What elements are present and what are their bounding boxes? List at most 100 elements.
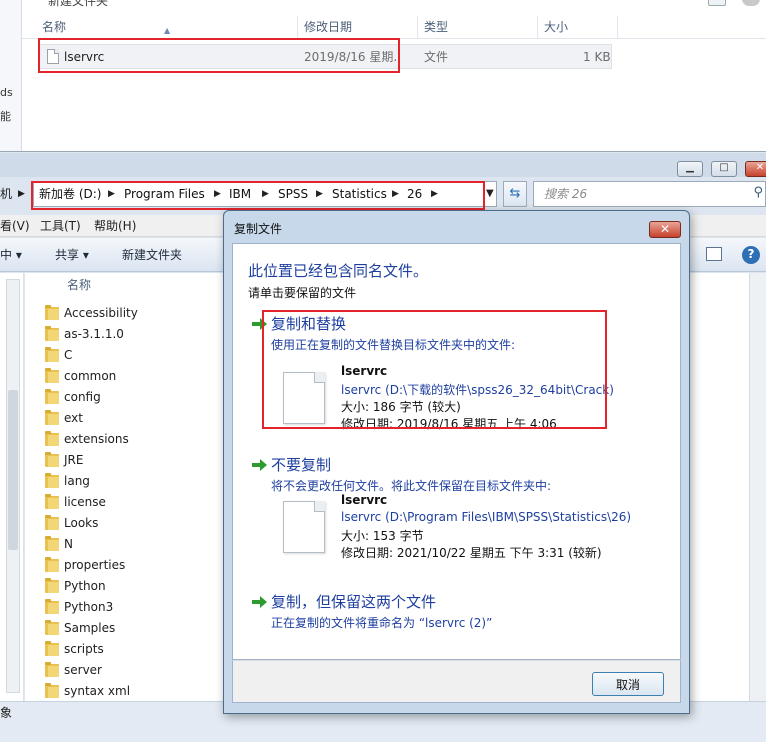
file-type: 文件: [424, 50, 449, 64]
column-name-header[interactable]: 名称: [43, 273, 223, 297]
top-nav-strip: ds 能: [0, 0, 22, 151]
share-button[interactable]: 共享 ▾: [55, 238, 89, 272]
copy-file-dialog: 复制文件 ✕ 此位置已经包含同名文件。 请单击要保留的文件 复制和替换 使用正在…: [223, 210, 690, 714]
folder-icon: [45, 620, 59, 635]
file-document-icon: [283, 501, 325, 553]
folder-label: syntax xml: [64, 684, 131, 698]
menu-help[interactable]: 帮助(H): [94, 215, 136, 237]
top-close-button[interactable]: [742, 0, 760, 6]
folder-label: N: [64, 537, 73, 551]
file-size: 1 KB: [583, 50, 611, 64]
dialog-close-button[interactable]: ✕: [649, 221, 681, 238]
help-icon[interactable]: ?: [742, 246, 760, 264]
option-description: 正在复制的文件将重命名为 “lservrc (2)”: [271, 616, 493, 630]
column-header-row: 名称 修改日期 类型 大小 ▲: [22, 16, 766, 39]
folder-label: Python3: [64, 600, 114, 614]
highlight-box-file: [38, 38, 400, 73]
target-file-card: lservrc lservrc (D:\Program Files\IBM\SP…: [283, 493, 631, 563]
sort-ascending-icon: ▲: [164, 26, 171, 35]
file-card-date: 修改日期: 2021/10/22 星期五 下午 3:31 (较新): [341, 546, 602, 560]
nav-scroll-thumb[interactable]: [8, 390, 18, 550]
refresh-icon[interactable]: ⇆: [503, 181, 527, 207]
folder-icon: [45, 389, 59, 404]
preview-pane-icon[interactable]: [706, 247, 722, 261]
folder-icon: [45, 305, 59, 320]
option-description: 将不会更改任何文件。将此文件保留在目标文件夹中:: [271, 479, 552, 493]
column-size-header[interactable]: 大小: [538, 16, 618, 39]
option-title: 复制，但保留这两个文件: [271, 593, 437, 611]
dialog-heading: 此位置已经包含同名文件。: [248, 262, 429, 280]
folder-icon: [45, 473, 59, 488]
option-keep-both[interactable]: 复制，但保留这两个文件 正在复制的文件将重命名为 “lservrc (2)”: [251, 591, 551, 636]
folder-icon: [45, 557, 59, 572]
highlight-box-address: [31, 181, 485, 210]
folder-icon: [45, 347, 59, 362]
folder-icon: [45, 410, 59, 425]
folder-label: as-3.1.1.0: [64, 327, 124, 341]
menu-view[interactable]: 看(V): [0, 215, 30, 237]
search-placeholder: 搜索 26: [544, 187, 588, 201]
folder-label: lang: [64, 474, 90, 488]
column-date-header[interactable]: 修改日期: [298, 16, 418, 39]
dialog-footer: 取消: [232, 660, 681, 703]
folder-label: C: [64, 348, 73, 362]
top-window-title: 新建文件夹: [48, 0, 109, 8]
highlight-box-option: [262, 310, 607, 429]
folder-icon: [45, 599, 59, 614]
folder-icon: [45, 326, 59, 341]
cancel-button[interactable]: 取消: [592, 672, 664, 696]
folder-label: properties: [64, 558, 126, 572]
folder-icon: [45, 494, 59, 509]
folder-label: extensions: [64, 432, 129, 446]
folder-icon: [45, 662, 59, 677]
breadcrumb-prefix: 机: [0, 187, 13, 201]
status-text: 象: [0, 706, 13, 720]
dialog-subheading: 请单击要保留的文件: [248, 286, 357, 300]
breadcrumb-chevron-icon: ▶: [18, 189, 25, 199]
folder-label: common: [64, 369, 117, 383]
file-card-size: 大小: 153 字节: [341, 529, 424, 543]
close-button[interactable]: ✕: [745, 161, 766, 177]
search-input[interactable]: 搜索 26 ⚲: [533, 181, 766, 207]
organize-button[interactable]: 中 ▾: [0, 238, 22, 272]
column-name-header[interactable]: 名称: [22, 16, 298, 39]
folder-label: JRE: [64, 453, 84, 467]
folder-icon: [45, 368, 59, 383]
folder-label: config: [64, 390, 101, 404]
folder-label: Python: [64, 579, 106, 593]
folder-label: scripts: [64, 642, 104, 656]
file-card-path: lservrc (D:\Program Files\IBM\SPSS\Stati…: [341, 510, 632, 524]
folder-icon: [45, 683, 59, 698]
address-dropdown-icon[interactable]: ▼: [486, 182, 494, 206]
folder-label: Accessibility: [64, 306, 138, 320]
dialog-title: 复制文件: [234, 222, 283, 236]
folder-icon: [45, 578, 59, 593]
menu-tools[interactable]: 工具(T): [40, 215, 81, 237]
window-title-strip: [0, 153, 766, 177]
nav-fragment: 能: [0, 110, 11, 123]
folder-icon: [45, 515, 59, 530]
dialog-body: 此位置已经包含同名文件。 请单击要保留的文件 复制和替换 使用正在复制的文件替换…: [232, 243, 681, 660]
folder-label: server: [64, 663, 102, 677]
folder-icon: [45, 641, 59, 656]
nav-scrollbar[interactable]: [6, 279, 20, 693]
nav-fragment: ds: [0, 86, 13, 99]
maximize-button[interactable]: □: [711, 161, 737, 177]
top-maximize-button[interactable]: [708, 0, 726, 6]
column-type-header[interactable]: 类型: [418, 16, 538, 39]
background-explorer-window: ds 能 新建文件夹 名称 修改日期 类型 大小 ▲ lservrc 2019/…: [0, 0, 766, 152]
folder-label: ext: [64, 411, 83, 425]
folder-label: Samples: [64, 621, 116, 635]
folder-icon: [45, 431, 59, 446]
content-scrollbar[interactable]: [749, 273, 766, 701]
new-folder-button[interactable]: 新建文件夹: [122, 238, 182, 272]
folder-label: Looks: [64, 516, 99, 530]
folder-icon: [45, 536, 59, 551]
green-arrow-icon: [252, 596, 267, 608]
minimize-button[interactable]: ▁: [677, 161, 703, 177]
search-icon[interactable]: ⚲: [753, 185, 763, 200]
folder-label: license: [64, 495, 106, 509]
file-card-name: lservrc: [341, 493, 388, 507]
folder-icon: [45, 452, 59, 467]
option-title: 不要复制: [271, 456, 332, 474]
